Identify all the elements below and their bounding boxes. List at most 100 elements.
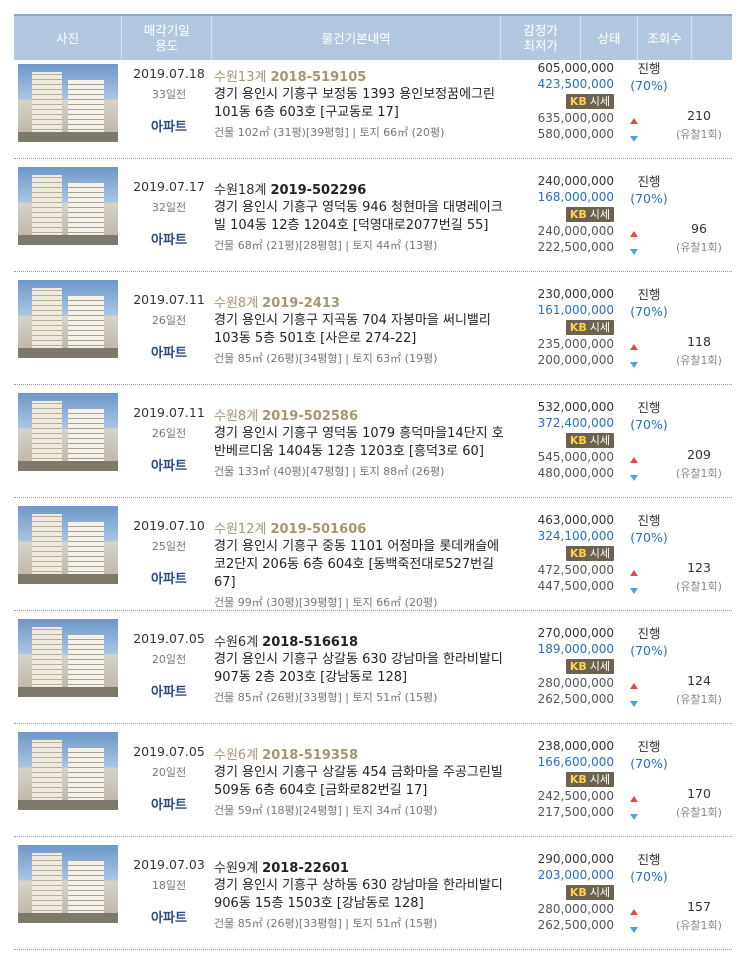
address[interactable]: 경기 용인시 기흥구 상하동 630 강남마을 한라비발디 906동 15층 1…: [214, 877, 506, 913]
status-percent: (70%): [630, 417, 668, 432]
status-text: 진행: [637, 61, 661, 76]
kb-sise-button[interactable]: KB 시세: [565, 207, 614, 222]
kb-low-price: 222,500,000: [537, 240, 614, 254]
area-info: 건물 68㎡ (21평)[28평형] | 토지 44㎡ (13평): [214, 239, 438, 252]
property-photo[interactable]: [18, 845, 118, 923]
case-number-link[interactable]: 2019-502296: [270, 183, 366, 198]
kb-low-price: 217,500,000: [537, 805, 614, 819]
status-text: 진행: [637, 852, 661, 867]
status-cell: 진행 (70%): [624, 851, 674, 885]
court-name: 수원8계: [214, 296, 259, 311]
address[interactable]: 경기 용인시 기흥구 지곡동 704 자봉마을 써니밸리 103동 5층 501…: [214, 312, 506, 348]
table-row[interactable]: 2019.07.03 18일전 아파트 수원9계 2018-22601 경기 용인…: [14, 837, 732, 950]
property-use-link[interactable]: 아파트: [124, 568, 214, 587]
detail-cell: 수원12계 2019-501606 경기 용인시 기흥구 중동 1101 어정마을…: [214, 518, 506, 610]
case-number-link[interactable]: 2018-519105: [270, 70, 366, 85]
property-photo[interactable]: [18, 64, 118, 142]
table-row[interactable]: 2019.07.18 33일전 아파트 수원13계 2018-519105 경기 …: [14, 60, 732, 159]
kb-sise-button[interactable]: KB 시세: [565, 433, 614, 448]
kb-sise-button[interactable]: KB 시세: [565, 885, 614, 900]
address[interactable]: 경기 용인시 기흥구 중동 1101 어정마을 롯데캐슬에코2단지 206동 6…: [214, 538, 506, 592]
case-number-link[interactable]: 2018-22601: [262, 861, 349, 876]
appraisal-price: 605,000,000: [537, 61, 614, 75]
address[interactable]: 경기 용인시 기흥구 영덕동 1079 흥덕마을14단지 호반베르디움 1404…: [214, 425, 506, 461]
address[interactable]: 경기 용인시 기흥구 영덕동 946 청현마을 대명레이크빌 104동 12층 …: [214, 199, 506, 235]
case-line[interactable]: 수원18계 2019-502296: [214, 179, 506, 198]
minimum-price: 203,000,000: [537, 868, 614, 882]
appraisal-price: 230,000,000: [537, 287, 614, 301]
status-cell: 진행 (70%): [624, 399, 674, 433]
price-down-arrow-icon: [630, 136, 638, 142]
property-photo[interactable]: [18, 619, 118, 697]
price-down-arrow-icon: [630, 701, 638, 707]
date-use-cell: 2019.07.11 26일전 아파트: [124, 292, 214, 361]
price-up-arrow-icon: [630, 344, 638, 350]
property-photo[interactable]: [18, 393, 118, 471]
auction-date: 2019.07.10: [133, 518, 205, 533]
property-photo[interactable]: [18, 732, 118, 810]
date-use-cell: 2019.07.10 25일전 아파트: [124, 518, 214, 587]
case-line[interactable]: 수원6계 2018-516618: [214, 631, 506, 650]
case-line[interactable]: 수원9계 2018-22601: [214, 857, 506, 876]
property-use-link[interactable]: 아파트: [124, 455, 214, 474]
kb-sise-button[interactable]: KB 시세: [565, 94, 614, 109]
case-number-link[interactable]: 2018-519358: [262, 748, 358, 763]
price-down-arrow-icon: [630, 475, 638, 481]
address[interactable]: 경기 용인시 기흥구 상갈동 630 강남마을 한라비발디 907동 2층 20…: [214, 651, 506, 687]
property-photo[interactable]: [18, 280, 118, 358]
property-photo[interactable]: [18, 506, 118, 584]
property-use-link[interactable]: 아파트: [124, 794, 214, 813]
case-number-link[interactable]: 2019-501606: [270, 522, 366, 537]
price-up-arrow-icon: [630, 457, 638, 463]
table-row[interactable]: 2019.07.10 25일전 아파트 수원12계 2019-501606 경기 …: [14, 498, 732, 611]
status-text: 진행: [637, 400, 661, 415]
table-row[interactable]: 2019.07.05 20일전 아파트 수원6계 2018-519358 경기 용…: [14, 724, 732, 837]
kb-sise-button[interactable]: KB 시세: [565, 772, 614, 787]
kb-high-price: 242,500,000: [537, 789, 614, 803]
case-line[interactable]: 수원8계 2019-2413: [214, 292, 506, 311]
price-cell: 238,000,000 166,600,000 KB 시세 242,500,000…: [512, 738, 614, 820]
building-shape: [32, 401, 62, 463]
property-use-link[interactable]: 아파트: [124, 342, 214, 361]
building-shape: [68, 183, 104, 237]
table-row[interactable]: 2019.07.17 32일전 아파트 수원18계 2019-502296 경기 …: [14, 159, 732, 272]
property-use-link[interactable]: 아파트: [124, 681, 214, 700]
court-name: 수원13계: [214, 70, 267, 85]
kb-sise-button[interactable]: KB 시세: [565, 659, 614, 674]
case-line[interactable]: 수원12계 2019-501606: [214, 518, 506, 537]
case-number-link[interactable]: 2018-516618: [262, 635, 358, 650]
kb-sise-button[interactable]: KB 시세: [565, 546, 614, 561]
price-cell: 270,000,000 189,000,000 KB 시세 280,000,000…: [512, 625, 614, 707]
status-percent: (70%): [630, 78, 668, 93]
failed-bid-count: (유찰1회): [676, 806, 722, 819]
table-row[interactable]: 2019.07.11 26일전 아파트 수원8계 2019-502586 경기 용…: [14, 385, 732, 498]
case-line[interactable]: 수원8계 2019-502586: [214, 405, 506, 424]
failed-bid-count: (유찰1회): [676, 693, 722, 706]
date-use-cell: 2019.07.11 26일전 아파트: [124, 405, 214, 474]
case-line[interactable]: 수원6계 2018-519358: [214, 744, 506, 763]
kb-low-price: 480,000,000: [537, 466, 614, 480]
property-use-link[interactable]: 아파트: [124, 229, 214, 248]
area-info: 건물 99㎡ (30평)[39평형] | 토지 66㎡ (20평): [214, 596, 438, 609]
property-use-link[interactable]: 아파트: [124, 116, 214, 135]
property-use-link[interactable]: 아파트: [124, 907, 214, 926]
auction-date: 2019.07.03: [133, 857, 205, 872]
minimum-price: 161,000,000: [537, 303, 614, 317]
property-photo[interactable]: [18, 167, 118, 245]
address[interactable]: 경기 용인시 기흥구 상갈동 454 금화마을 주공그린빌 509동 6층 60…: [214, 764, 506, 800]
price-down-arrow-icon: [630, 249, 638, 255]
table-row[interactable]: 2019.07.05 20일전 아파트 수원6계 2018-516618 경기 용…: [14, 611, 732, 724]
kb-sise-button[interactable]: KB 시세: [565, 320, 614, 335]
address[interactable]: 경기 용인시 기흥구 보정동 1393 용인보정꿈에그린 101동 6층 603…: [214, 86, 506, 122]
case-line[interactable]: 수원13계 2018-519105: [214, 66, 506, 85]
sise-label: 시세: [589, 547, 610, 560]
status-text: 진행: [637, 513, 661, 528]
table-row[interactable]: 2019.07.11 26일전 아파트 수원8계 2019-2413 경기 용인시…: [14, 272, 732, 385]
failed-bid-count: (유찰1회): [676, 128, 722, 141]
area-info: 건물 85㎡ (26평)[34평형] | 토지 63㎡ (19평): [214, 352, 438, 365]
building-shape: [32, 853, 62, 915]
detail-cell: 수원18계 2019-502296 경기 용인시 기흥구 영덕동 946 청현마을…: [214, 179, 506, 253]
status-cell: 진행 (70%): [624, 738, 674, 772]
case-number-link[interactable]: 2019-502586: [262, 409, 358, 424]
case-number-link[interactable]: 2019-2413: [262, 296, 340, 311]
